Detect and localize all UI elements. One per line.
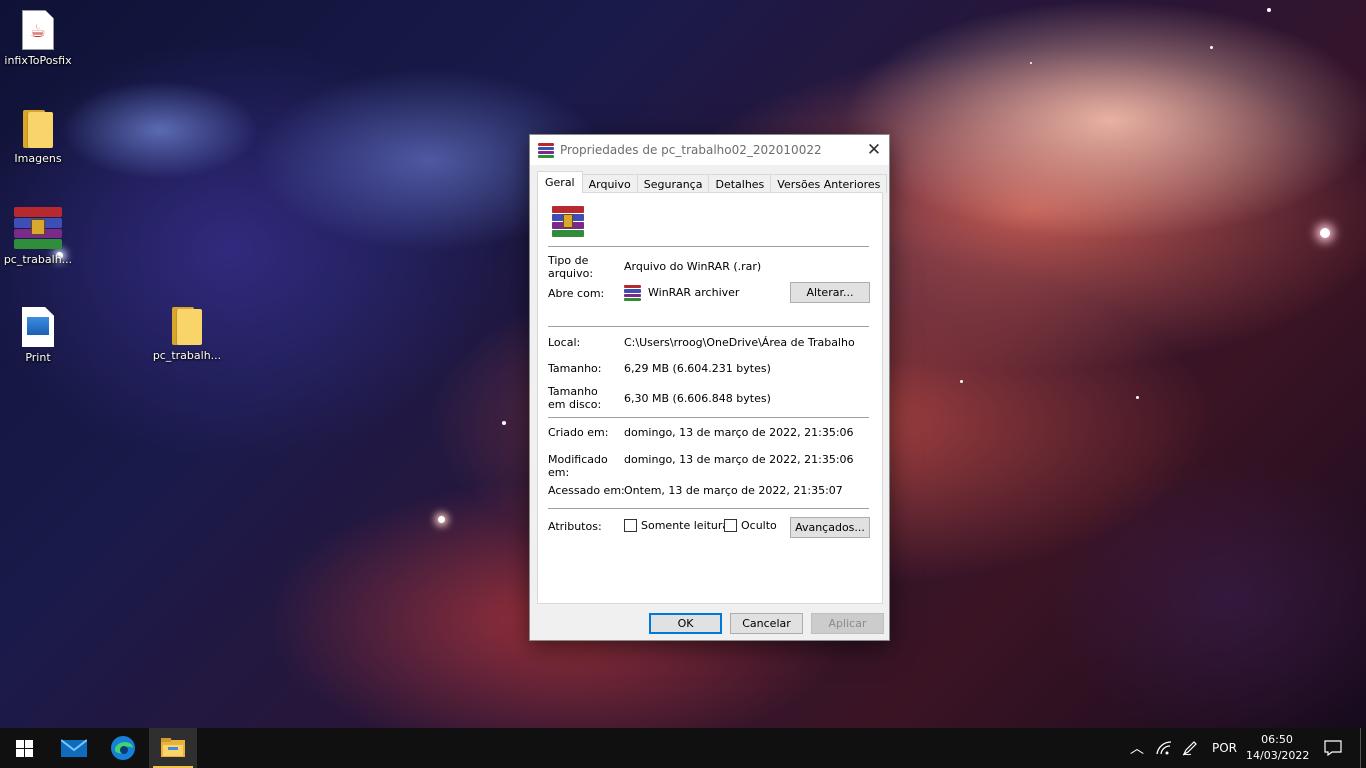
star bbox=[1210, 46, 1213, 49]
opens-with-label: Abre com: bbox=[548, 287, 605, 300]
folder-icon bbox=[23, 110, 53, 148]
opens-with-value: WinRAR archiver bbox=[648, 286, 740, 299]
clock-time: 06:50 bbox=[1261, 733, 1293, 746]
size-value: 6,29 MB (6.604.231 bytes) bbox=[624, 362, 771, 375]
show-desktop-button[interactable] bbox=[1360, 728, 1361, 768]
desktop-icon-label: pc_trabalh... bbox=[3, 253, 73, 266]
tab-geral[interactable]: Geral bbox=[537, 171, 583, 193]
desktop-icon-pc-trabalho-folder[interactable]: pc_trabalh... bbox=[149, 307, 225, 362]
desktop-icon-label: Imagens bbox=[14, 152, 62, 165]
folder-icon bbox=[172, 307, 202, 345]
star bbox=[960, 380, 963, 383]
star bbox=[1320, 228, 1330, 238]
size-on-disk-label: Tamanho em disco: bbox=[548, 385, 602, 411]
readonly-checkbox-label: Somente leitura bbox=[641, 519, 730, 532]
star bbox=[1030, 62, 1032, 64]
taskbar-edge[interactable] bbox=[99, 728, 147, 768]
show-hidden-icons[interactable]: ︿ bbox=[1130, 728, 1144, 768]
start-button[interactable] bbox=[0, 728, 48, 768]
wifi-icon bbox=[1156, 741, 1172, 755]
tab-strip: Geral Arquivo Segurança Detalhes Versões… bbox=[537, 171, 888, 193]
modified-value: domingo, 13 de março de 2022, 21:35:06 bbox=[624, 453, 854, 466]
pen-workspace[interactable] bbox=[1182, 728, 1198, 768]
edge-icon bbox=[111, 736, 135, 760]
mail-icon bbox=[61, 739, 87, 757]
system-clock[interactable]: 06:50 14/03/2022 bbox=[1246, 732, 1310, 764]
taskbar-mail[interactable] bbox=[50, 728, 98, 768]
desktop-icon-label: pc_trabalh... bbox=[152, 349, 222, 362]
dialog-title: Propriedades de pc_trabalho02_202010022 bbox=[560, 143, 822, 157]
general-panel: Tipo de arquivo: Arquivo do WinRAR (.rar… bbox=[537, 192, 883, 604]
separator bbox=[548, 326, 869, 327]
accessed-label: Acessado em: bbox=[548, 484, 625, 497]
advanced-button[interactable]: Avançados... bbox=[790, 517, 870, 538]
properties-dialog: Propriedades de pc_trabalho02_202010022 … bbox=[529, 134, 890, 641]
close-button[interactable]: ✕ bbox=[859, 135, 889, 165]
desktop-icon-label: infixToPosfix bbox=[4, 54, 72, 67]
checkbox-box[interactable] bbox=[724, 519, 737, 532]
checkbox-box[interactable] bbox=[624, 519, 637, 532]
image-file-icon bbox=[22, 307, 54, 347]
star bbox=[438, 516, 445, 523]
attributes-label: Atributos: bbox=[548, 520, 602, 533]
windows-start-icon bbox=[15, 739, 33, 757]
desktop-icon-label: Print bbox=[25, 351, 51, 364]
desktop-icon-imagens[interactable]: Imagens bbox=[0, 110, 76, 165]
winrar-archive-icon bbox=[14, 207, 62, 249]
clock-date: 14/03/2022 bbox=[1246, 749, 1310, 762]
winrar-app-icon bbox=[624, 285, 641, 301]
location-label: Local: bbox=[548, 336, 581, 349]
winrar-file-icon bbox=[552, 206, 584, 237]
dialog-titlebar[interactable]: Propriedades de pc_trabalho02_202010022 … bbox=[530, 135, 889, 165]
chevron-up-icon: ︿ bbox=[1130, 741, 1144, 757]
file-type-value: Arquivo do WinRAR (.rar) bbox=[624, 260, 762, 273]
tab-detalhes[interactable]: Detalhes bbox=[708, 174, 772, 193]
separator bbox=[548, 417, 869, 418]
created-label: Criado em: bbox=[548, 426, 609, 439]
accessed-value: Ontem, 13 de março de 2022, 21:35:07 bbox=[624, 484, 843, 497]
file-type-label: Tipo de arquivo: bbox=[548, 254, 594, 280]
size-on-disk-value: 6,30 MB (6.606.848 bytes) bbox=[624, 392, 771, 405]
location-value: C:\Users\rroog\OneDrive\Área de Trabalho bbox=[624, 336, 855, 349]
taskbar: ︿ POR 06:50 14/03/2022 bbox=[0, 728, 1366, 768]
modified-label: Modificado em: bbox=[548, 453, 608, 479]
size-label: Tamanho: bbox=[548, 362, 602, 375]
tab-seguranca[interactable]: Segurança bbox=[636, 174, 710, 193]
readonly-checkbox[interactable]: Somente leitura bbox=[624, 519, 729, 532]
pen-icon bbox=[1182, 741, 1197, 756]
desktop-icon-print[interactable]: Print bbox=[0, 307, 76, 364]
taskbar-file-explorer[interactable] bbox=[149, 728, 197, 768]
winrar-title-icon bbox=[538, 142, 554, 158]
desktop-icon-pc-trabalho-rar[interactable]: pc_trabalh... bbox=[0, 207, 76, 266]
tab-versoes-anteriores[interactable]: Versões Anteriores bbox=[770, 174, 888, 193]
cancel-button[interactable]: Cancelar bbox=[730, 613, 803, 634]
tab-arquivo[interactable]: Arquivo bbox=[581, 174, 638, 193]
notification-icon bbox=[1324, 740, 1342, 756]
desktop-icon-infixtoposfix[interactable]: ☕ infixToPosfix bbox=[0, 10, 76, 67]
file-explorer-icon bbox=[161, 738, 185, 757]
network-status[interactable] bbox=[1156, 728, 1172, 768]
separator bbox=[548, 246, 869, 247]
hidden-checkbox-label: Oculto bbox=[741, 519, 777, 532]
star bbox=[1267, 8, 1271, 12]
language-indicator[interactable]: POR bbox=[1212, 728, 1237, 768]
hidden-checkbox[interactable]: Oculto bbox=[724, 519, 777, 532]
change-button[interactable]: Alterar... bbox=[790, 282, 870, 303]
star bbox=[502, 421, 506, 425]
created-value: domingo, 13 de março de 2022, 21:35:06 bbox=[624, 426, 854, 439]
ok-button[interactable]: OK bbox=[649, 613, 722, 634]
star bbox=[1136, 396, 1139, 399]
action-center-button[interactable] bbox=[1324, 728, 1342, 768]
separator bbox=[548, 508, 869, 509]
apply-button[interactable]: Aplicar bbox=[811, 613, 884, 634]
java-file-icon: ☕ bbox=[22, 10, 54, 50]
